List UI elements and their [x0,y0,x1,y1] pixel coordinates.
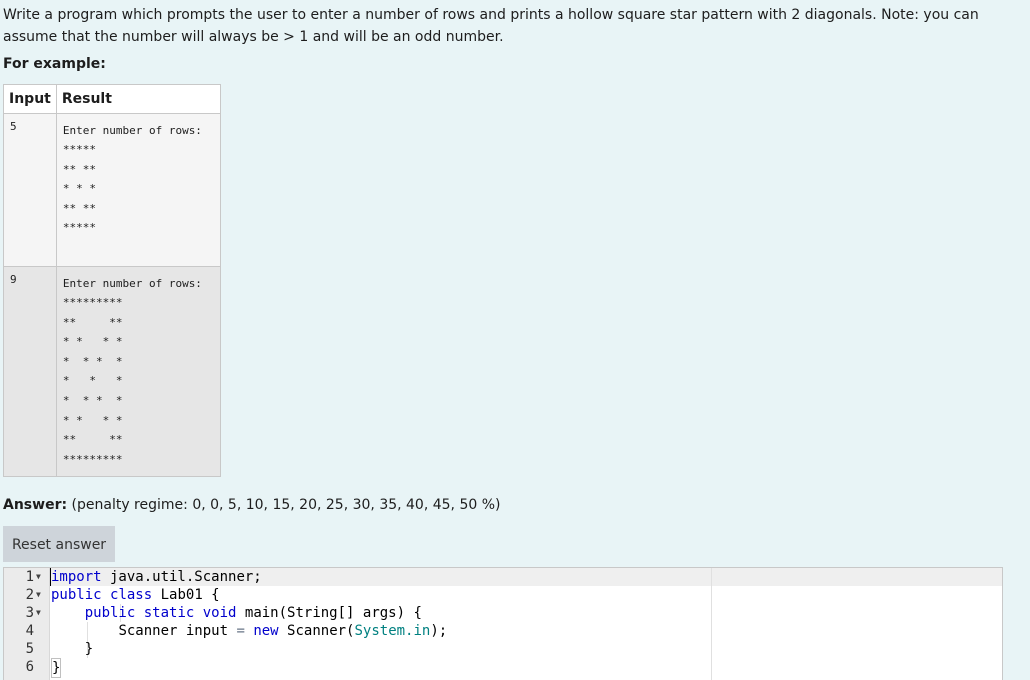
result-line: ** ** [62,433,123,447]
code-line: 6 } [4,658,1002,678]
reset-answer-button[interactable]: Reset answer [3,526,115,562]
result-line: * * * * [62,393,123,407]
example-result: Enter number of rows: ********* ** ** * … [55,266,221,477]
result-line: ** ** [62,162,96,176]
line-number: 2 [25,587,34,603]
keyword: void [202,605,237,621]
code-text: Scanner input [118,623,237,639]
fold-arrow-icon[interactable]: ▼ [36,604,46,622]
example-row: 9 Enter number of rows: ********* ** ** … [3,266,221,477]
answer-label-row: Answer: (penalty regime: 0, 0, 5, 10, 15… [3,497,501,513]
fold-arrow-icon[interactable]: ▼ [36,568,46,586]
keyword: public [51,587,102,603]
code-text: ); [430,623,448,639]
keyword: public [84,605,136,621]
code-editor[interactable]: 1 ▼ import java.util.Scanner; 2 ▼ public… [3,567,1003,680]
keyword: import [51,569,102,585]
line-number: 1 [25,569,34,585]
code-line: 4 Scanner input = new Scanner(System.in)… [4,622,1002,640]
keyword: static [143,605,195,621]
result-line: * * * * [62,354,123,368]
keyword: class [110,587,153,603]
code-text: java.util.Scanner; [101,569,262,585]
input-column-header: Input [3,84,57,114]
result-line: ** ** [62,201,96,215]
code-text: Scanner( [278,623,355,639]
result-line: * * * [62,374,123,388]
examples-header-row: Input Result [3,84,221,114]
code-text: } [84,641,94,657]
result-line: Enter number of rows: [62,277,202,290]
line-number: 5 [25,641,34,657]
line-number: 6 [25,659,34,675]
result-line: * * * [62,182,96,196]
code-line: 3 ▼ public static void main(String[] arg… [4,604,1002,622]
result-line: * * * * [62,335,123,349]
examples-table: Input Result 5 Enter number of rows: ***… [3,84,221,477]
example-row: 5 Enter number of rows: ***** ** ** * * … [3,113,221,267]
result-line: Enter number of rows: [62,124,202,137]
fold-arrow-icon[interactable]: ▼ [36,586,46,604]
result-line: ** ** [62,315,123,329]
result-line: ********* [62,452,123,466]
code-line: 1 ▼ import java.util.Scanner; [4,568,1002,586]
for-example-heading: For example: [3,56,106,72]
example-input: 9 [3,266,57,477]
code-text: Lab01 { [152,587,220,603]
result-line: ********* [62,296,123,309]
matched-bracket: } [51,658,62,678]
type-name: System.in [354,623,431,639]
question-text: Write a program which prompts the user t… [3,7,979,45]
keyword: new [253,623,279,639]
result-line: ***** [62,143,96,156]
result-line: * * * * [62,413,123,427]
result-line: ***** [62,221,96,235]
code-line: 5 } [4,640,1002,658]
code-text: main(String[] args) { [236,605,422,621]
result-column-header: Result [55,84,221,114]
example-result: Enter number of rows: ***** ** ** * * * … [55,113,221,267]
answer-label: Answer: [3,497,68,513]
line-number: 3 [25,605,34,621]
penalty-regime: (penalty regime: 0, 0, 5, 10, 15, 20, 25… [71,497,501,513]
code-line: 2 ▼ public class Lab01 { [4,586,1002,604]
line-number: 4 [25,623,34,639]
example-input: 5 [3,113,57,267]
operator: = [236,623,245,639]
